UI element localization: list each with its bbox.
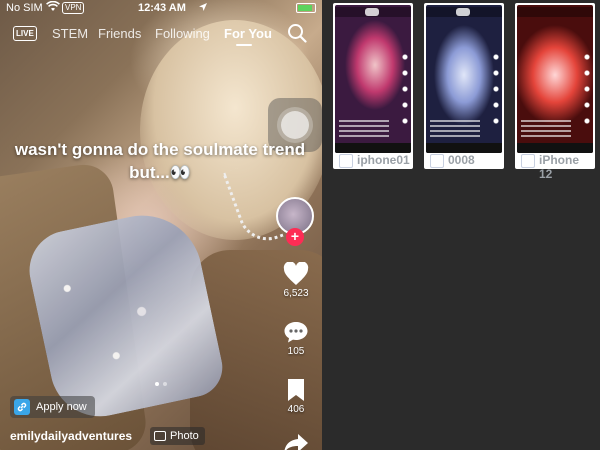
live-button[interactable]: LIVE xyxy=(13,26,37,41)
search-icon[interactable] xyxy=(287,23,307,43)
active-tab-indicator xyxy=(236,44,252,46)
device-thumbnail[interactable]: iPhone 12 xyxy=(515,3,595,181)
carousel-indicator xyxy=(153,373,169,391)
caption-text: wasn't gonna do the soulmate trend but..… xyxy=(14,140,306,182)
device-thumbnail[interactable]: iphone01 xyxy=(333,3,413,169)
save-button[interactable]: 406 xyxy=(278,378,314,415)
apply-now-label: Apply now xyxy=(36,401,87,413)
creator-username[interactable]: emilydailyadventures xyxy=(10,429,132,443)
tab-friends[interactable]: Friends xyxy=(98,26,141,41)
post-caption: wasn't gonna do the soulmate trend but..… xyxy=(10,138,310,184)
device-name: 0008 xyxy=(426,153,502,168)
status-bar: No SIM VPN 12:43 AM xyxy=(0,0,322,18)
device-thumbnail[interactable]: 0008 xyxy=(424,3,504,169)
vpn-badge: VPN xyxy=(62,2,85,14)
photo-label: Photo xyxy=(170,430,199,442)
tab-following[interactable]: Following xyxy=(155,26,210,41)
comment-icon xyxy=(284,322,308,343)
share-button[interactable] xyxy=(278,432,314,450)
tab-stem[interactable]: STEM xyxy=(52,26,88,41)
comment-button[interactable]: 105 xyxy=(278,320,314,357)
carousel-dot xyxy=(163,382,167,386)
tab-for-you[interactable]: For You xyxy=(224,26,272,41)
carousel-dot xyxy=(155,382,159,386)
wifi-icon xyxy=(46,0,60,15)
link-icon xyxy=(14,399,30,415)
like-count: 6,523 xyxy=(283,288,309,299)
device-name: iphone01 xyxy=(335,153,411,168)
photo-icon xyxy=(154,431,166,441)
save-count: 406 xyxy=(287,404,305,415)
carrier-label: No SIM xyxy=(6,2,43,14)
battery-icon xyxy=(296,3,316,13)
location-arrow-icon xyxy=(198,2,208,15)
like-button[interactable]: 6,523 xyxy=(278,262,314,299)
device-screen-preview xyxy=(426,5,502,153)
status-time: 12:43 AM xyxy=(138,2,186,14)
photo-mode-tag[interactable]: Photo xyxy=(150,427,205,445)
follow-plus-button[interactable]: + xyxy=(286,228,304,246)
device-screen-preview xyxy=(517,5,593,153)
bookmark-icon xyxy=(288,379,304,401)
share-arrow-icon xyxy=(284,434,308,450)
device-screen-preview xyxy=(335,5,411,153)
apply-now-button[interactable]: Apply now xyxy=(10,396,95,418)
top-navigation: LIVE STEM Friends Following For You xyxy=(0,22,322,48)
screen-root: No SIM VPN 12:43 AM LIVE STEM Friends Fo… xyxy=(0,0,600,450)
comment-count: 105 xyxy=(287,346,305,357)
heart-icon xyxy=(283,262,309,285)
eyes-emoji: 👀 xyxy=(169,163,191,182)
device-panel: iphone01 0008 iPhone 12 xyxy=(322,0,600,450)
phone-screen[interactable]: No SIM VPN 12:43 AM LIVE STEM Friends Fo… xyxy=(0,0,322,450)
device-name: iPhone 12 xyxy=(517,153,593,181)
